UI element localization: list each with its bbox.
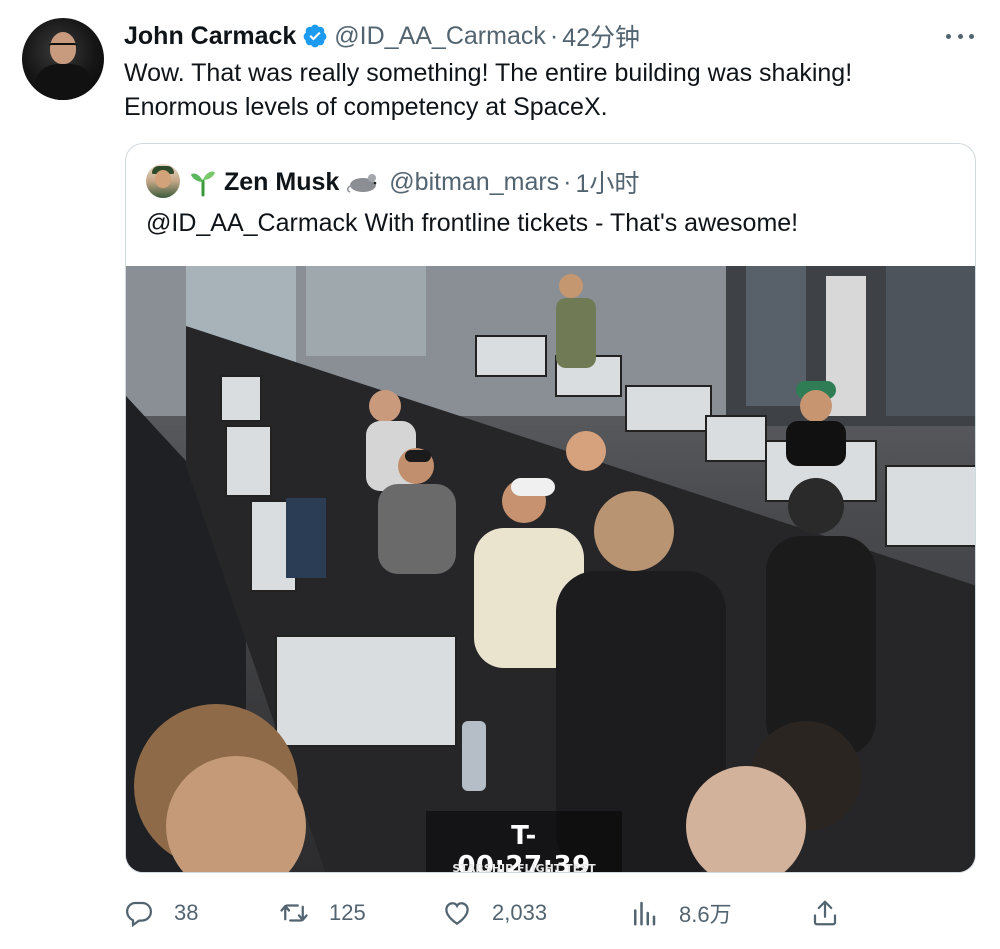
mouse-emoji-icon <box>347 174 377 193</box>
seedling-emoji-icon <box>191 171 215 197</box>
like-count: 2,033 <box>492 900 548 925</box>
tweet-text-line: Enormous levels of competency at SpaceX. <box>124 93 608 121</box>
quoted-tweet-text: @ID_AA_Carmack With frontline tickets - … <box>146 209 799 237</box>
retweet-count: 125 <box>329 900 366 925</box>
share-icon <box>813 900 837 926</box>
tweet-text: Wow. That was really something! The enti… <box>124 56 964 124</box>
author-handle[interactable]: @ID_AA_Carmack <box>334 22 546 51</box>
quoted-tweet-header: Zen Musk @bitman_mars · 1小时 <box>188 164 639 200</box>
quoted-tweet-photo[interactable]: T-00:27:39 STARSHIP FLIGHT TEST <box>126 266 975 873</box>
countdown-caption: STARSHIP FLIGHT TEST <box>452 862 596 873</box>
tweet-timestamp[interactable]: 42分钟 <box>562 18 640 54</box>
avatar-body <box>36 64 92 100</box>
like-button[interactable]: 2,033 <box>442 893 547 933</box>
view-count: 8.6万 <box>679 902 732 927</box>
avatar-face <box>155 170 171 188</box>
quoted-author-handle[interactable]: @bitman_mars <box>389 168 559 197</box>
retweet-icon <box>280 904 308 922</box>
reply-icon <box>125 901 153 928</box>
quoted-author-display-name[interactable]: Zen Musk <box>224 168 339 197</box>
more-dot <box>957 33 963 39</box>
tweet-action-bar: 38 125 2,033 8.6万 <box>124 893 844 933</box>
quoted-tweet-timestamp[interactable]: 1小时 <box>576 164 640 200</box>
separator-dot: · <box>549 21 559 50</box>
views-icon <box>634 901 656 926</box>
share-button[interactable] <box>810 893 840 933</box>
quoted-author-avatar[interactable] <box>146 164 180 198</box>
quoted-tweet-card[interactable]: Zen Musk @bitman_mars · 1小时 @ID_AA_Carma… <box>125 143 976 873</box>
author-display-name[interactable]: John Carmack <box>124 22 296 51</box>
more-dot <box>946 33 951 39</box>
author-avatar[interactable] <box>22 18 104 100</box>
control-room-scene <box>126 266 975 872</box>
reply-count: 38 <box>174 900 199 925</box>
avatar-glasses <box>49 43 77 51</box>
reply-button[interactable]: 38 <box>124 893 198 933</box>
retweet-button[interactable]: 125 <box>279 893 366 933</box>
heart-icon <box>445 902 469 925</box>
more-dots-icon[interactable] <box>946 24 974 48</box>
views-button[interactable]: 8.6万 <box>629 893 732 933</box>
more-dot <box>969 33 974 39</box>
tweet-text-line: Wow. That was really something! The enti… <box>124 59 853 87</box>
verified-badge-icon <box>303 24 327 48</box>
separator-dot: · <box>563 167 572 196</box>
tweet-header: John Carmack @ID_AA_Carmack · 42分钟 <box>124 18 640 54</box>
